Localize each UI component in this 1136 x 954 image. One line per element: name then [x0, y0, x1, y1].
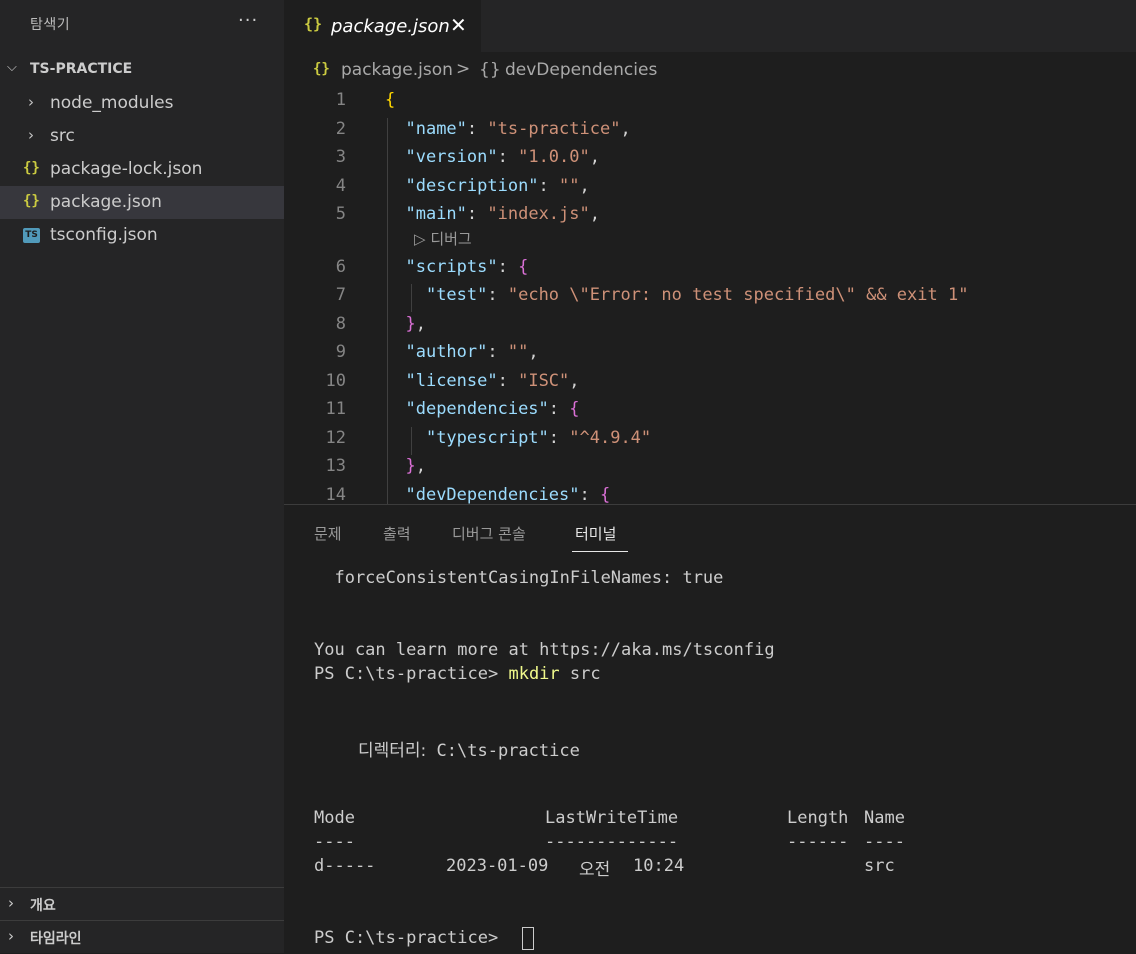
terminal-prompt[interactable]: PS C:\ts-practice>	[314, 928, 508, 948]
project-folder-header[interactable]: ⌵ TS-PRACTICE	[0, 58, 284, 82]
more-icon[interactable]: ···	[238, 10, 258, 31]
explorer-sidebar: 탐색기 ··· ⌵ TS-PRACTICE › node_modules › s…	[0, 0, 284, 953]
line-number: 8	[335, 314, 346, 334]
outline-section[interactable]: › 개요	[0, 887, 284, 920]
line-number: 2	[335, 119, 346, 139]
terminal-line: -------------	[545, 832, 679, 852]
code-line: "author": "",	[405, 342, 539, 362]
chevron-right-icon: ›	[28, 93, 34, 111]
line-number: 7	[335, 285, 346, 305]
code-line: "devDependencies": {	[405, 485, 611, 504]
terminal-line: src	[864, 856, 895, 876]
code-editor[interactable]: 1 2 3 4 5 6 7 8 9 10 11 12 13 14 { "name…	[284, 86, 1136, 504]
breadcrumb: {} package.json > {} devDependencies	[284, 52, 1136, 86]
terminal-line: Name	[864, 808, 905, 828]
line-number: 11	[325, 399, 346, 419]
tree-item-package-lock-json[interactable]: {} package-lock.json	[0, 153, 284, 186]
line-number: 14	[325, 485, 346, 504]
tree-item-label: node_modules	[50, 93, 174, 113]
terminal-line: ----	[864, 832, 905, 852]
play-icon: ▷	[414, 230, 426, 248]
line-number: 6	[335, 257, 346, 277]
line-number: 1	[335, 90, 346, 110]
outline-label: 개요	[30, 898, 56, 914]
tree-item-label: src	[50, 126, 75, 146]
debug-codelens[interactable]: ▷ 디버그	[414, 228, 472, 249]
tab-debug-console[interactable]: 디버그 콘솔	[452, 523, 526, 544]
terminal-line: ------	[787, 832, 849, 852]
code-line: "dependencies": {	[405, 399, 580, 419]
tree-item-label: package.json	[50, 192, 162, 212]
terminal-line: d-----	[314, 856, 376, 876]
json-file-icon: {}	[23, 193, 40, 209]
code-line: },	[405, 314, 426, 334]
chevron-right-icon: ›	[28, 126, 34, 144]
terminal-line: Mode	[314, 808, 355, 828]
tab-output[interactable]: 출력	[383, 523, 411, 544]
code-line: "name": "ts-practice",	[405, 119, 631, 139]
terminal-line: 10:24	[633, 856, 685, 876]
code-line: "test": "echo \"Error: no test specified…	[425, 285, 969, 305]
line-number: 12	[325, 428, 346, 448]
code-line: "main": "index.js",	[405, 204, 600, 224]
terminal-line: PS C:\ts-practice> mkdir src	[314, 664, 601, 684]
tab-problems[interactable]: 문제	[314, 523, 342, 544]
terminal-line: You can learn more at https://aka.ms/tsc…	[314, 640, 775, 660]
tree-item-node-modules[interactable]: › node_modules	[0, 87, 284, 120]
json-file-icon: {}	[304, 15, 323, 33]
code-line: "version": "1.0.0",	[405, 147, 600, 167]
code-line: "license": "ISC",	[405, 371, 580, 391]
timeline-label: 타임라인	[30, 931, 82, 947]
editor-tab-bar: {} package.json ✕	[284, 0, 1136, 52]
chevron-down-icon: ⌵	[7, 60, 17, 75]
chevron-right-icon: ›	[8, 927, 14, 945]
line-number: 3	[335, 147, 346, 167]
tree-item-src[interactable]: › src	[0, 120, 284, 153]
tree-item-label: tsconfig.json	[50, 225, 158, 245]
object-icon: {}	[479, 60, 501, 80]
bottom-panel: 문제 출력 디버그 콘솔 터미널 forceConsistentCasingIn…	[284, 504, 1136, 954]
active-tab-indicator	[572, 551, 628, 552]
json-file-icon: {}	[313, 61, 330, 77]
code-line: {	[385, 90, 396, 110]
project-name: TS-PRACTICE	[30, 61, 133, 77]
line-number: 13	[325, 456, 346, 476]
terminal-line: ----	[314, 832, 355, 852]
tree-item-package-json[interactable]: {} package.json	[0, 186, 284, 219]
line-number: 5	[335, 204, 346, 224]
chevron-right-icon: >	[456, 59, 471, 79]
terminal-cursor	[522, 927, 534, 950]
codelens-label: 디버그	[430, 230, 472, 248]
line-number: 4	[335, 176, 346, 196]
terminal-line: 오전	[579, 860, 611, 880]
terminal-line: LastWriteTime	[545, 808, 679, 828]
json-file-icon: {}	[23, 160, 40, 176]
tab-terminal[interactable]: 터미널	[575, 523, 616, 544]
code-line: "scripts": {	[405, 257, 529, 277]
terminal-line: 2023-01-09	[446, 856, 549, 876]
timeline-section[interactable]: › 타임라인	[0, 920, 284, 953]
terminal-line: forceConsistentCasingInFileNames: true	[314, 568, 724, 588]
tab-package-json[interactable]: {} package.json ✕	[284, 0, 481, 52]
breadcrumb-section[interactable]: devDependencies	[505, 60, 657, 80]
close-icon[interactable]: ✕	[450, 13, 467, 37]
explorer-title: 탐색기	[30, 17, 71, 33]
code-line: },	[405, 456, 426, 476]
terminal-line: 디렉터리: C:\ts-practice	[358, 741, 580, 761]
line-number: 10	[325, 371, 346, 391]
breadcrumb-file[interactable]: package.json	[341, 60, 453, 80]
tab-label: package.json	[331, 16, 450, 37]
typescript-file-icon: TS	[23, 228, 40, 243]
tree-item-label: package-lock.json	[50, 159, 203, 179]
tree-item-tsconfig-json[interactable]: TS tsconfig.json	[0, 219, 284, 252]
code-line: "typescript": "^4.9.4"	[425, 428, 652, 448]
chevron-right-icon: ›	[8, 894, 14, 912]
terminal-line: Length	[787, 808, 849, 828]
line-number: 9	[335, 342, 346, 362]
code-line: "description": "",	[405, 176, 590, 196]
